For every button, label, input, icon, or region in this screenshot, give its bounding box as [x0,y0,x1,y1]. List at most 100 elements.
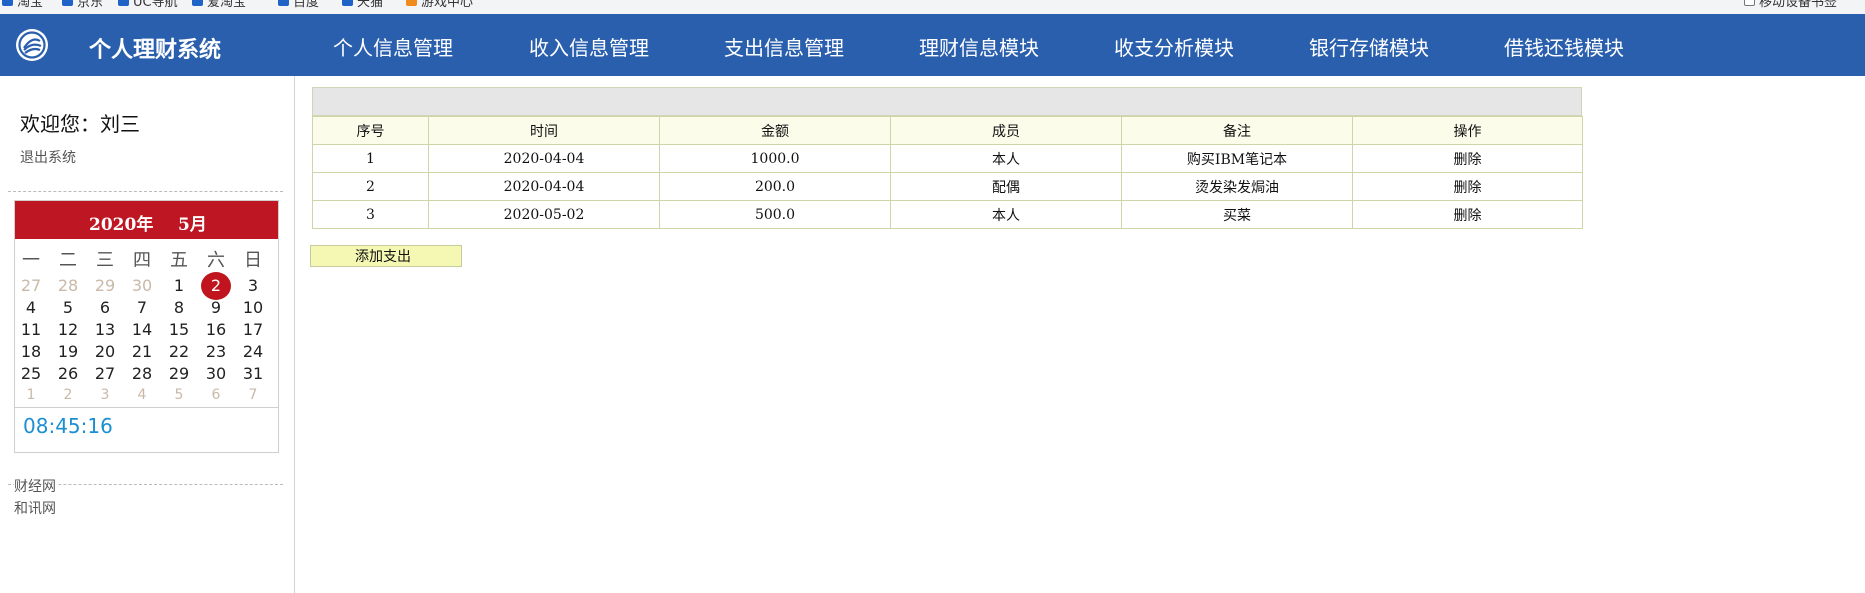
top-nav: 个人理财系统 个人信息管理 收入信息管理 支出信息管理 理财信息模块 收支分析模… [0,14,1865,76]
calendar-day[interactable]: 6 [90,298,120,317]
calendar-day[interactable]: 21 [127,342,157,361]
nav-analysis[interactable]: 收支分析模块 [1114,32,1234,61]
clock-time: 08:45:16 [23,414,113,438]
nav-personal-info[interactable]: 个人信息管理 [333,32,453,61]
nav-bank-deposit[interactable]: 银行存储模块 [1309,32,1429,61]
calendar-day[interactable]: 4 [16,298,46,317]
calendar-day[interactable]: 29 [164,364,194,383]
calendar-weekday: 日 [244,250,262,271]
calendar-day[interactable]: 1 [164,276,194,295]
calendar-day[interactable]: 6 [201,387,231,403]
delete-link[interactable]: 删除 [1352,172,1583,201]
bookmark-item[interactable]: 移动设备书签 [1744,0,1838,10]
bookmark-icon [278,0,289,6]
table-row: 2 2020-04-04 200.0 配偶 烫发染发焗油 删除 [312,172,1583,201]
calendar-day[interactable]: 5 [164,387,194,403]
calendar-day[interactable]: 29 [90,276,120,295]
calendar-day[interactable]: 11 [16,320,46,339]
nav-finance-info[interactable]: 理财信息模块 [919,32,1039,61]
calendar-day[interactable]: 28 [53,276,83,295]
bookmark-item[interactable]: UC导航 [118,0,178,10]
calendar-weekday: 三 [96,250,114,271]
calendar-day[interactable]: 9 [201,298,231,317]
calendar-day[interactable]: 3 [238,276,268,295]
expense-table-container: 序号 时间 金额 成员 备注 操作 1 2020-04-04 1000.0 本人… [312,87,1583,229]
calendar-day[interactable]: 25 [16,364,46,383]
nav-expense-info[interactable]: 支出信息管理 [724,32,844,61]
col-header-member: 成员 [890,116,1122,145]
calendar-day[interactable]: 16 [201,320,231,339]
welcome-text: 欢迎您：刘三 [20,112,140,136]
nav-income-info[interactable]: 收入信息管理 [529,32,649,61]
calendar-day[interactable]: 19 [53,342,83,361]
calendar-day[interactable]: 31 [238,364,268,383]
calendar-day[interactable]: 15 [164,320,194,339]
calendar-day[interactable]: 13 [90,320,120,339]
calendar-day[interactable]: 24 [238,342,268,361]
cell-note: 购买IBM笔记本 [1121,144,1353,173]
calendar-day[interactable]: 3 [90,387,120,403]
sidebar: 欢迎您：刘三 退出系统 2020年 5月 08:45:16 一二三四五六日 27 2… [0,76,295,593]
calendar-day[interactable]: 5 [53,298,83,317]
link-caijing[interactable]: 财经网 [14,476,58,496]
calendar-day[interactable]: 10 [238,298,268,317]
calendar-day[interactable]: 7 [238,387,268,403]
bookmark-icon [192,0,203,6]
bookmark-item[interactable]: 京东 [62,0,103,10]
bookmark-label: 天猫 [357,0,384,10]
bookmark-item[interactable]: 百度 [278,0,320,10]
bookmark-item[interactable]: 游戏中心 [406,0,474,10]
table-row: 3 2020-05-02 500.0 本人 买菜 删除 [312,200,1583,229]
nav-borrow-repay[interactable]: 借钱还钱模块 [1504,32,1624,61]
bookmark-label: UC导航 [133,0,178,10]
bookmark-item[interactable]: 爱淘宝 [192,0,246,10]
divider [8,191,283,192]
calendar-day[interactable]: 27 [90,364,120,383]
table-row: 1 2020-04-04 1000.0 本人 购买IBM笔记本 删除 [312,144,1583,173]
calendar-day[interactable]: 30 [201,364,231,383]
calendar-day[interactable]: 22 [164,342,194,361]
logout-link[interactable]: 退出系统 [20,147,76,167]
calendar-divider [15,407,278,408]
delete-link[interactable]: 删除 [1352,200,1583,229]
logo-icon [16,29,48,61]
col-header-action: 操作 [1352,116,1583,145]
bookmark-label: 游戏中心 [421,0,474,10]
bookmark-icon [342,0,353,6]
calendar-day[interactable]: 17 [238,320,268,339]
calendar-day[interactable]: 14 [127,320,157,339]
bookmark-label: 移动设备书签 [1759,0,1838,10]
col-header-note: 备注 [1121,116,1353,145]
cell-date: 2020-04-04 [428,144,660,173]
bookmark-item[interactable]: 淘宝 [2,0,44,10]
calendar-day[interactable]: 18 [16,342,46,361]
calendar-day-today[interactable]: 2 [201,276,231,295]
cell-amount: 1000.0 [659,144,891,173]
calendar-widget: 2020年 5月 08:45:16 一二三四五六日 27 28 29 30 1 2 3 4 5 6 7… [14,200,279,453]
cell-date: 2020-04-04 [428,172,660,201]
calendar-day[interactable]: 20 [90,342,120,361]
bookmark-label: 淘宝 [17,0,44,10]
cell-member: 本人 [890,144,1122,173]
link-hexun[interactable]: 和讯网 [14,498,56,518]
cell-id: 3 [312,200,429,229]
col-header-amount: 金额 [659,116,891,145]
table-header-row: 序号 时间 金额 成员 备注 操作 [312,116,1583,145]
delete-link[interactable]: 删除 [1352,144,1583,173]
bookmark-item[interactable]: 天猫 [342,0,384,10]
calendar-day[interactable]: 27 [16,276,46,295]
calendar-day[interactable]: 7 [127,298,157,317]
calendar-day[interactable]: 23 [201,342,231,361]
calendar-day[interactable]: 4 [127,387,157,403]
calendar-day[interactable]: 2 [53,387,83,403]
calendar-day[interactable]: 30 [127,276,157,295]
calendar-day[interactable]: 26 [53,364,83,383]
bookmark-icon [118,0,129,6]
bookmark-label: 百度 [293,0,320,10]
calendar-header: 2020年 5月 [15,201,278,239]
calendar-day[interactable]: 1 [16,387,46,403]
calendar-day[interactable]: 28 [127,364,157,383]
add-expense-button[interactable]: 添加支出 [310,245,462,267]
calendar-day[interactable]: 8 [164,298,194,317]
calendar-day[interactable]: 12 [53,320,83,339]
